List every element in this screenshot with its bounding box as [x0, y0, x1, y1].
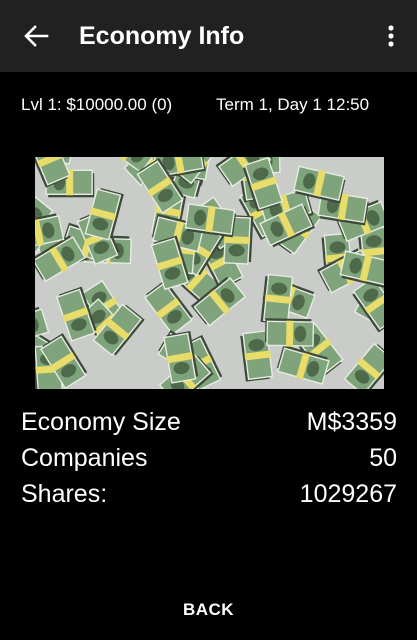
- page-title: Economy Info: [79, 22, 245, 50]
- stat-label: Shares:: [21, 480, 108, 508]
- stat-label: Companies: [21, 444, 148, 472]
- term-time: Term 1, Day 1 12:50: [216, 95, 370, 114]
- stat-row-economy-size: Economy Size M$3359: [21, 404, 397, 440]
- cash-bundle: [265, 318, 315, 347]
- back-arrow-button[interactable]: [18, 20, 54, 52]
- stat-value: M$3359: [306, 408, 397, 436]
- back-button[interactable]: BACK: [0, 600, 417, 620]
- cash-bundle: [343, 342, 384, 389]
- stat-label: Economy Size: [21, 408, 181, 436]
- cash-bundle: [260, 273, 294, 325]
- status-line: Lvl 1: $10000.00 (0) Term 1, Day 1 12:50: [0, 95, 417, 117]
- money-image: [35, 157, 384, 389]
- overflow-menu-button[interactable]: [379, 20, 403, 52]
- stat-row-companies: Companies 50: [21, 440, 397, 476]
- stat-value: 1029267: [299, 480, 397, 508]
- more-vert-icon: [388, 25, 394, 47]
- economy-stats: Economy Size M$3359 Companies 50 Shares:…: [21, 404, 397, 512]
- stat-row-shares: Shares: 1029267: [21, 476, 397, 512]
- cash-bundle: [163, 330, 199, 384]
- level-balance: Lvl 1: $10000.00 (0): [21, 95, 173, 114]
- app-bar: Economy Info: [0, 0, 417, 72]
- arrow-left-icon: [24, 25, 49, 47]
- stat-value: 50: [369, 444, 397, 472]
- money-stacks-illustration: [35, 157, 384, 389]
